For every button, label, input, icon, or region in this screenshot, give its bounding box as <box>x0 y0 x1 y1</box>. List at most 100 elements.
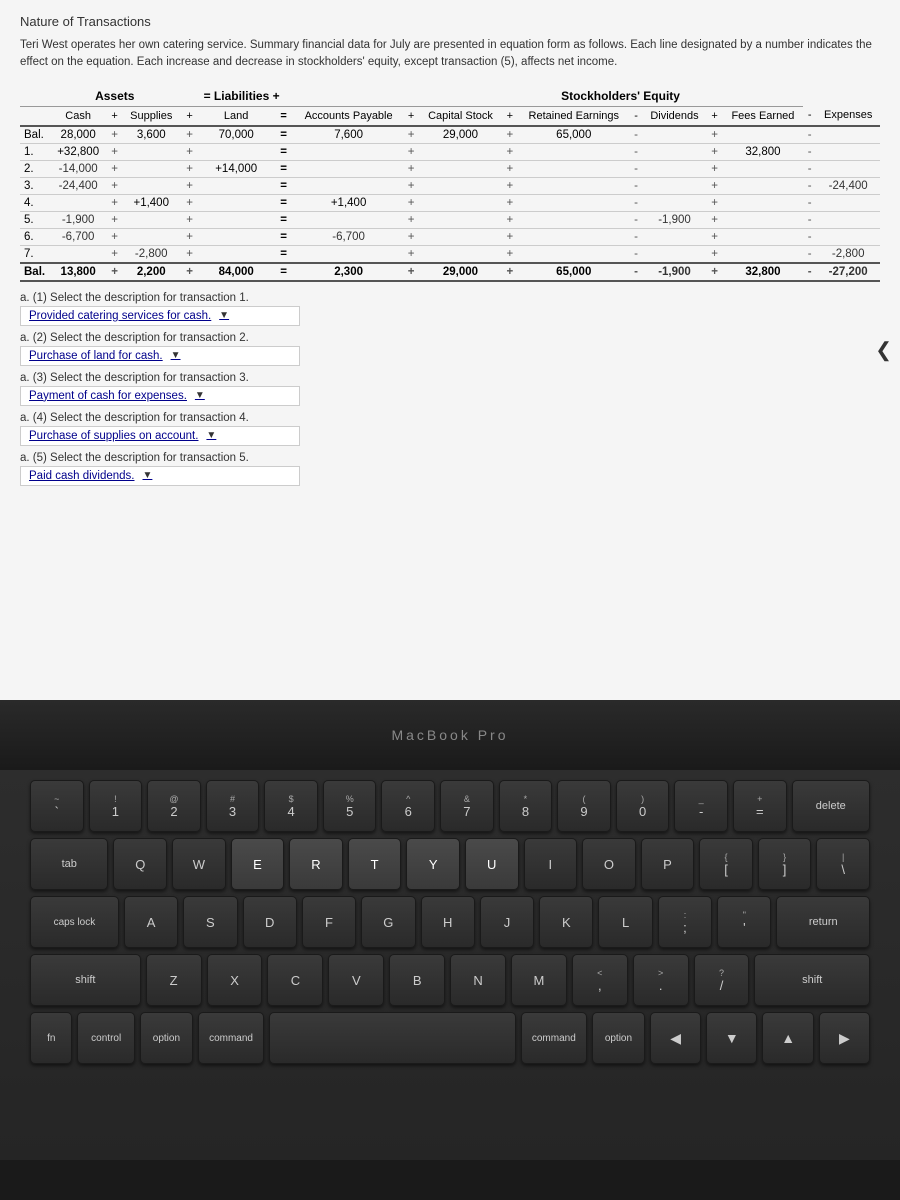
key-period[interactable]: >. <box>633 954 689 1006</box>
key-arrow-right[interactable]: ▶ <box>819 1012 870 1064</box>
table-cell: + <box>180 245 200 263</box>
key-1[interactable]: !1 <box>89 780 143 832</box>
key-0[interactable]: )0 <box>616 780 670 832</box>
key-shift-right[interactable]: shift <box>754 954 870 1006</box>
key-d[interactable]: D <box>243 896 297 948</box>
key-u[interactable]: U <box>465 838 519 890</box>
table-cell <box>643 177 707 194</box>
table-cell: + <box>706 160 723 177</box>
th-plus4: + <box>502 106 519 126</box>
key-w[interactable]: W <box>172 838 226 890</box>
th-ap: Accounts Payable <box>294 106 402 126</box>
key-8[interactable]: *8 <box>499 780 553 832</box>
table-cell <box>643 160 707 177</box>
table-body: Bal.28,000+3,600+70,000=7,600+29,000+65,… <box>20 126 880 281</box>
key-a[interactable]: A <box>124 896 178 948</box>
key-space[interactable] <box>269 1012 516 1064</box>
table-cell: + <box>403 160 420 177</box>
th-plus3: + <box>403 106 420 126</box>
key-v[interactable]: V <box>328 954 384 1006</box>
table-cell: 2,200 <box>123 263 180 281</box>
key-9[interactable]: (9 <box>557 780 611 832</box>
key-q[interactable]: Q <box>113 838 167 890</box>
th-equity: Stockholders' Equity <box>518 86 723 107</box>
table-cell <box>518 177 629 194</box>
key-semicolon[interactable]: :; <box>658 896 712 948</box>
table-cell: - <box>803 228 816 245</box>
key-b[interactable]: B <box>389 954 445 1006</box>
key-ctrl[interactable]: control <box>77 1012 134 1064</box>
table-cell <box>816 211 880 228</box>
key-h[interactable]: H <box>421 896 475 948</box>
key-option-left[interactable]: option <box>140 1012 193 1064</box>
key-e[interactable]: E <box>231 838 285 890</box>
qa-question-1: a. (1) Select the description for transa… <box>20 292 880 304</box>
key-g[interactable]: G <box>361 896 415 948</box>
table-cell: -2,800 <box>816 245 880 263</box>
key-arrow-left[interactable]: ◀ <box>650 1012 701 1064</box>
key-delete[interactable]: delete <box>792 780 870 832</box>
qa-question-2: a. (2) Select the description for transa… <box>20 332 880 344</box>
key-fn[interactable]: fn <box>30 1012 72 1064</box>
key-quote[interactable]: "' <box>717 896 771 948</box>
key-cmd-right[interactable]: command <box>521 1012 587 1064</box>
key-equals[interactable]: += <box>733 780 787 832</box>
qa-dropdown-1[interactable]: Provided catering services for cash.▼ <box>20 306 300 326</box>
key-4[interactable]: $4 <box>264 780 318 832</box>
key-j[interactable]: J <box>480 896 534 948</box>
chevron-icon[interactable]: ❮ <box>875 338 892 363</box>
qa-dropdown-5[interactable]: Paid cash dividends.▼ <box>20 466 300 486</box>
table-cell <box>643 228 707 245</box>
key-arrow-up[interactable]: ▲ <box>762 1012 813 1064</box>
key-cmd-left[interactable]: command <box>198 1012 264 1064</box>
key-x[interactable]: X <box>207 954 263 1006</box>
key-return[interactable]: return <box>776 896 870 948</box>
table-cell <box>200 245 273 263</box>
key-2[interactable]: @2 <box>147 780 201 832</box>
table-cell: - <box>803 194 816 211</box>
key-arrow-down[interactable]: ▼ <box>706 1012 757 1064</box>
qa-dropdown-4[interactable]: Purchase of supplies on account.▼ <box>20 426 300 446</box>
table-cell <box>123 160 180 177</box>
key-minus[interactable]: _- <box>674 780 728 832</box>
table-cell: 13,800 <box>50 263 106 281</box>
table-cell: = <box>273 245 295 263</box>
key-o[interactable]: O <box>582 838 636 890</box>
key-t[interactable]: T <box>348 838 402 890</box>
key-slash[interactable]: ?/ <box>694 954 750 1006</box>
qa-dropdown-3[interactable]: Payment of cash for expenses.▼ <box>20 386 300 406</box>
key-backslash[interactable]: |\ <box>816 838 870 890</box>
key-tilde[interactable]: ~` <box>30 780 84 832</box>
key-f[interactable]: F <box>302 896 356 948</box>
key-l[interactable]: L <box>598 896 652 948</box>
key-7[interactable]: &7 <box>440 780 494 832</box>
th-exp: Expenses <box>816 106 880 126</box>
key-k[interactable]: K <box>539 896 593 948</box>
key-rbracket[interactable]: }] <box>758 838 812 890</box>
qa-question-4: a. (4) Select the description for transa… <box>20 412 880 424</box>
key-3[interactable]: #3 <box>206 780 260 832</box>
table-cell: 29,000 <box>419 126 501 144</box>
table-cell: = <box>273 143 295 160</box>
key-caps[interactable]: caps lock <box>30 896 119 948</box>
key-n[interactable]: N <box>450 954 506 1006</box>
qa-dropdown-2[interactable]: Purchase of land for cash.▼ <box>20 346 300 366</box>
key-m[interactable]: M <box>511 954 567 1006</box>
key-shift-left[interactable]: shift <box>30 954 141 1006</box>
key-z[interactable]: Z <box>146 954 202 1006</box>
key-6[interactable]: ^6 <box>381 780 435 832</box>
key-r[interactable]: R <box>289 838 343 890</box>
key-5[interactable]: %5 <box>323 780 377 832</box>
key-y[interactable]: Y <box>406 838 460 890</box>
key-c[interactable]: C <box>267 954 323 1006</box>
table-cell: -27,200 <box>816 263 880 281</box>
key-lbracket[interactable]: {[ <box>699 838 753 890</box>
key-comma[interactable]: <, <box>572 954 628 1006</box>
key-option-right[interactable]: option <box>592 1012 645 1064</box>
table-cell: - <box>803 126 816 144</box>
table-cell: 65,000 <box>518 126 629 144</box>
key-i[interactable]: I <box>524 838 578 890</box>
key-s[interactable]: S <box>183 896 237 948</box>
key-p[interactable]: P <box>641 838 695 890</box>
key-tab[interactable]: tab <box>30 838 108 890</box>
